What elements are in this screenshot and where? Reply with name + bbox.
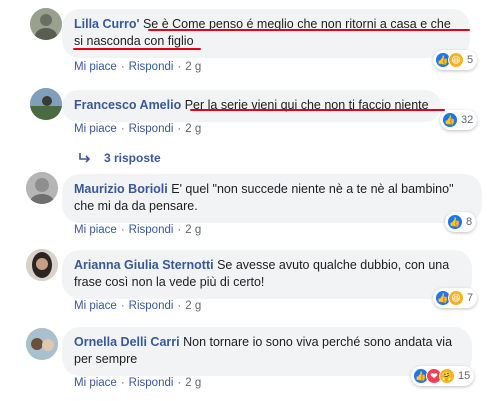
reaction-count: 7 bbox=[467, 292, 474, 304]
reaction-count: 15 bbox=[458, 370, 471, 382]
timestamp[interactable]: 2 g bbox=[185, 377, 201, 389]
comment-author[interactable]: Francesco Amelio bbox=[74, 98, 181, 112]
comment-author[interactable]: Ornella Delli Carri bbox=[74, 335, 180, 349]
separator: · bbox=[177, 61, 182, 73]
comment-text-line: si nasconda con figlio bbox=[74, 34, 194, 48]
avatar[interactable] bbox=[30, 88, 62, 120]
reactions-summary[interactable]: 👍 😆 5 bbox=[433, 50, 478, 70]
separator: · bbox=[177, 377, 182, 389]
separator: · bbox=[120, 300, 125, 312]
comment-text-line: frase così non la vede più di certo! bbox=[74, 275, 265, 289]
comment-author[interactable]: Lilla Curro' bbox=[74, 17, 139, 31]
reply-button[interactable]: Rispondi bbox=[129, 377, 174, 389]
comment-5: Ornella Delli Carri Non tornare io sono … bbox=[0, 318, 490, 401]
avatar-photo-icon bbox=[26, 172, 58, 204]
comment-4: Arianna Giulia Sternotti Se avesse avuto… bbox=[0, 240, 490, 318]
comment-text-line: per sempre bbox=[74, 352, 138, 366]
timestamp[interactable]: 2 g bbox=[185, 61, 201, 73]
like-icon: 👍 bbox=[447, 214, 463, 230]
separator: · bbox=[120, 224, 125, 236]
comment-actions: Mi piace · Rispondi · 2 g bbox=[74, 61, 201, 73]
reply-button[interactable]: Rispondi bbox=[129, 61, 174, 73]
reaction-count: 32 bbox=[461, 114, 474, 126]
avatar-photo-icon bbox=[30, 88, 62, 120]
reply-button[interactable]: Rispondi bbox=[129, 224, 174, 236]
comment-author[interactable]: Maurizio Borioli bbox=[74, 182, 168, 196]
comment-3: Maurizio Borioli E' quel "non succede ni… bbox=[0, 170, 490, 240]
comment-text-line: Se avesse avuto qualche dubbio, con una bbox=[217, 258, 450, 272]
avatar[interactable] bbox=[30, 8, 62, 40]
reactions-summary[interactable]: 👍 32 bbox=[440, 110, 478, 130]
reply-button[interactable]: Rispondi bbox=[129, 300, 174, 312]
separator: · bbox=[177, 123, 182, 135]
like-button[interactable]: Mi piace bbox=[74, 377, 117, 389]
comment-author[interactable]: Arianna Giulia Sternotti bbox=[74, 258, 214, 272]
comment-bubble: Francesco Amelio Per la serie vieni qui … bbox=[62, 90, 441, 122]
like-button[interactable]: Mi piace bbox=[74, 61, 117, 73]
like-button[interactable]: Mi piace bbox=[74, 300, 117, 312]
avatar[interactable] bbox=[26, 172, 58, 204]
replies-count-label: 3 risposte bbox=[104, 151, 161, 165]
comment-bubble: Ornella Delli Carri Non tornare io sono … bbox=[62, 327, 472, 376]
comment-actions: Mi piace · Rispondi · 2 g bbox=[74, 300, 201, 312]
avatar[interactable] bbox=[26, 249, 58, 281]
reply-button[interactable]: Rispondi bbox=[129, 123, 174, 135]
reactions-summary[interactable]: 👍 ❤ 🤗 15 bbox=[411, 366, 475, 386]
comment-text-line: che mi da da pensare. bbox=[74, 199, 198, 213]
reactions-summary[interactable]: 👍 😆 7 bbox=[433, 288, 478, 308]
avatar[interactable] bbox=[26, 328, 58, 360]
care-icon: 🤗 bbox=[439, 368, 455, 384]
reactions-summary[interactable]: 👍 8 bbox=[445, 212, 477, 232]
haha-icon: 😆 bbox=[448, 290, 464, 306]
comment-bubble: Maurizio Borioli E' quel "non succede ni… bbox=[62, 174, 482, 223]
comment-text-line: E' quel "non succede niente nè a te nè a… bbox=[171, 182, 454, 196]
avatar-photo-icon bbox=[26, 328, 58, 360]
comment-1: Lilla Curro' Se è Come penso é meglio ch… bbox=[0, 0, 490, 80]
avatar-photo-icon bbox=[30, 8, 62, 40]
comment-text-line: Non tornare io sono viva perché sono and… bbox=[183, 335, 453, 349]
avatar-photo-icon bbox=[26, 249, 58, 281]
comment-2: Francesco Amelio Per la serie vieni qui … bbox=[0, 80, 490, 170]
comment-bubble: Lilla Curro' Se è Come penso é meglio ch… bbox=[62, 9, 470, 58]
annotation-underline bbox=[190, 109, 445, 111]
like-button[interactable]: Mi piace bbox=[74, 224, 117, 236]
separator: · bbox=[120, 61, 125, 73]
comment-actions: Mi piace · Rispondi · 2 g bbox=[74, 123, 201, 135]
separator: · bbox=[120, 123, 125, 135]
timestamp[interactable]: 2 g bbox=[185, 224, 201, 236]
reaction-count: 5 bbox=[467, 54, 474, 66]
timestamp[interactable]: 2 g bbox=[185, 123, 201, 135]
separator: · bbox=[177, 224, 182, 236]
comment-actions: Mi piace · Rispondi · 2 g bbox=[74, 224, 201, 236]
annotation-underline bbox=[148, 29, 470, 31]
comment-bubble: Arianna Giulia Sternotti Se avesse avuto… bbox=[62, 250, 472, 299]
separator: · bbox=[120, 377, 125, 389]
timestamp[interactable]: 2 g bbox=[185, 300, 201, 312]
reaction-count: 8 bbox=[466, 216, 473, 228]
view-replies-link[interactable]: 3 risposte bbox=[78, 151, 161, 165]
like-button[interactable]: Mi piace bbox=[74, 123, 117, 135]
reply-arrow-icon bbox=[79, 153, 91, 163]
separator: · bbox=[177, 300, 182, 312]
comment-actions: Mi piace · Rispondi · 2 g bbox=[74, 377, 201, 389]
like-icon: 👍 bbox=[442, 112, 458, 128]
haha-icon: 😆 bbox=[448, 52, 464, 68]
annotation-underline bbox=[73, 48, 201, 50]
